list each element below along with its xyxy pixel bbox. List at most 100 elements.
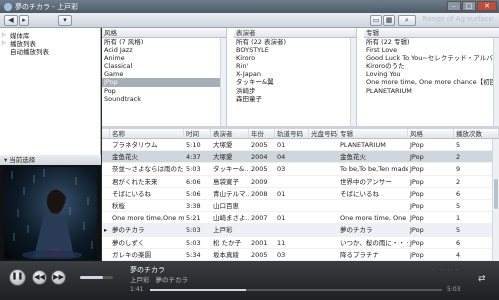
list-item[interactable]: 浜崎步: [234, 87, 356, 95]
pane-header[interactable]: 表演者: [234, 28, 356, 38]
search-icon[interactable]: ⌕: [398, 15, 416, 26]
cell-year: [249, 224, 275, 235]
nav-item-autoplaylists[interactable]: 自动播放列表: [2, 47, 98, 56]
list-item[interactable]: Pop: [102, 87, 226, 95]
column-header-disc[interactable]: 光盘号码: [309, 129, 338, 138]
list-item[interactable]: Acid Jazz: [102, 46, 226, 54]
list-item[interactable]: PLANETARIUM: [364, 87, 499, 95]
pane-header[interactable]: 专辑: [364, 28, 499, 38]
column-header-artist[interactable]: 表演者: [211, 129, 249, 138]
table-row[interactable]: 夢のしずく 5:03 松 たか子 2001 11 いつか、桜の雨に・・・ JPop 6: [102, 237, 499, 249]
chevron-down-icon[interactable]: ▾: [4, 155, 7, 165]
window-title: 夢のチカラ - 上戸彩: [15, 2, 78, 11]
list-item[interactable]: Classical: [102, 62, 226, 70]
cell-disc: [309, 237, 338, 248]
cell-time: 5:03: [186, 226, 201, 235]
list-item[interactable]: Rin': [234, 62, 356, 70]
table-row[interactable]: 秋桜 3:38 山口百恵 JPop 5: [102, 200, 499, 213]
expand-arrow-icon[interactable]: ▷: [2, 32, 8, 38]
cell-time: 6:06: [186, 177, 201, 186]
cell-name: 金鱼花火: [112, 153, 138, 162]
cell-album: 世界中のアンサー: [340, 177, 392, 186]
view-list-button[interactable]: ▭: [370, 15, 382, 26]
scroll-thumb[interactable]: [494, 179, 498, 209]
list-item[interactable]: X-Japan: [234, 70, 356, 78]
list-item[interactable]: タッキー&翼: [234, 78, 356, 86]
cell-artist: 上戸彩: [213, 226, 233, 235]
list-item[interactable]: BOYSTYLE: [234, 46, 356, 54]
pane-header[interactable]: 风格: [102, 28, 226, 38]
column-header-plays[interactable]: 播放次数: [454, 129, 499, 138]
list-item[interactable]: Loving You: [364, 70, 499, 78]
cell-artist: 大塚愛: [213, 141, 233, 149]
pane-scrollbar[interactable]: [350, 38, 356, 126]
list-item[interactable]: Good Luck To You~セレクテッド・アルバ…: [364, 54, 499, 62]
list-item[interactable]: 森田童子: [234, 95, 356, 103]
list-item[interactable]: 所有 (22 表演者): [234, 38, 356, 46]
cell-name: プラネタリウム: [112, 141, 158, 149]
expand-arrow-icon[interactable]: ▷: [2, 40, 8, 46]
cell-disc: [309, 163, 338, 174]
list-item[interactable]: First Love: [364, 46, 499, 54]
cell-album: 夢のチカラ: [340, 226, 373, 235]
cell-year: 2008: [251, 189, 268, 198]
art-panel-header[interactable]: ▾ 当前选择: [0, 155, 101, 165]
table-row[interactable]: そばにいるね 5:06 青山テルマ… 2008 01 そばにいるね JPop 6: [102, 188, 499, 200]
column-header-genre[interactable]: 风格: [408, 129, 454, 138]
back-button[interactable]: ◀: [4, 15, 18, 26]
column-header-time[interactable]: 时间: [184, 129, 211, 138]
minimize-button[interactable]: –: [447, 1, 461, 11]
artist-pane: 表演者 所有 (22 表演者) BOYSTYLE Kiroro Rin' X-Japan…: [234, 28, 357, 126]
list-item[interactable]: Kiroroのうた: [364, 62, 499, 70]
cell-genre: JPop: [410, 226, 424, 235]
view-grid-button[interactable]: ▦: [383, 15, 395, 26]
repeat-icon[interactable]: ⇄: [478, 274, 486, 284]
maximize-button[interactable]: □: [462, 1, 476, 11]
volume-slider[interactable]: [80, 276, 113, 279]
cell-time: 5:03: [186, 238, 201, 247]
pause-button[interactable]: ❚❚: [9, 269, 26, 286]
table-row[interactable]: ガレキの楽園 5:34 坂本真綾 2005 03 降るプラチナ JPop 4: [102, 249, 499, 261]
column-header-track[interactable]: 轨道号码: [275, 129, 309, 138]
now-playing-album: 夢のチカラ: [155, 276, 189, 284]
pane-scrollbar[interactable]: [220, 38, 226, 126]
next-button[interactable]: ▶▶: [51, 270, 66, 285]
table-row[interactable]: プラネタリウム 5:10 大塚愛 2005 01 PLANETARIUM JPop 5: [102, 139, 499, 152]
list-item[interactable]: Anime: [102, 54, 226, 62]
cell-name: 君がくれた未来: [112, 177, 158, 186]
list-item[interactable]: Kiroro: [234, 54, 356, 62]
album-art: [4, 167, 97, 259]
cell-disc: [309, 176, 338, 187]
pane-scrollbar[interactable]: [493, 38, 499, 126]
table-row[interactable]: One more time,One more ch…5:21 山崎まさよ…2007…: [102, 212, 499, 225]
options-dots-icon[interactable]: · · · ·: [432, 267, 459, 274]
cell-time: 4:37: [186, 153, 201, 162]
album-list: 所有 (22 专辑) First Love Good Luck To You~セレク…: [364, 38, 499, 95]
close-button[interactable]: ✕: [477, 1, 497, 11]
list-item[interactable]: 所有 (7 风格): [102, 38, 226, 46]
now-playing-artist: 上戸彩: [130, 276, 150, 284]
column-header-album[interactable]: 专辑: [338, 129, 408, 138]
column-header-name[interactable]: 名称: [110, 129, 184, 138]
cell-year: 2007: [251, 214, 268, 223]
forward-button[interactable]: ▸: [19, 15, 29, 26]
table-row[interactable]: ▸ 夢のチカラ 5:03 上戸彩 夢のチカラ JPop 5: [102, 224, 499, 237]
list-item[interactable]: One more time, One more chance【初回…: [364, 78, 499, 86]
menu-button[interactable]: ▾: [58, 15, 72, 26]
table-scrollbar[interactable]: [492, 139, 499, 261]
cell-track: [275, 200, 309, 211]
cell-artist: 大塚愛: [213, 153, 233, 162]
table-body: プラネタリウム 5:10 大塚愛 2005 01 PLANETARIUM JPop 5 金鱼花火…: [102, 139, 499, 261]
previous-button[interactable]: ◀◀: [32, 270, 47, 285]
nav-item-label: 自动播放列表: [10, 48, 49, 56]
list-item[interactable]: Soundtrack: [102, 95, 226, 103]
column-header-year[interactable]: 年份: [249, 129, 275, 138]
list-item[interactable]: 所有 (22 专辑): [364, 38, 499, 46]
seek-bar[interactable]: [150, 289, 442, 291]
table-row[interactable]: 君がくれた未来 6:06 島袋寛子 2009 世界中のアンサー JPop 2: [102, 176, 499, 188]
cell-year: 2004: [251, 153, 268, 162]
table-row[interactable]: 金鱼花火 4:37 大塚愛 2004 04 金鱼花火 JPop 2: [102, 151, 499, 164]
table-row[interactable]: 奈並～さよならは雨のた… 5:03 タッキー&… 2005 03 To be,To be,…: [102, 163, 499, 176]
list-item[interactable]: JPop: [102, 78, 226, 87]
list-item[interactable]: Game: [102, 70, 226, 78]
